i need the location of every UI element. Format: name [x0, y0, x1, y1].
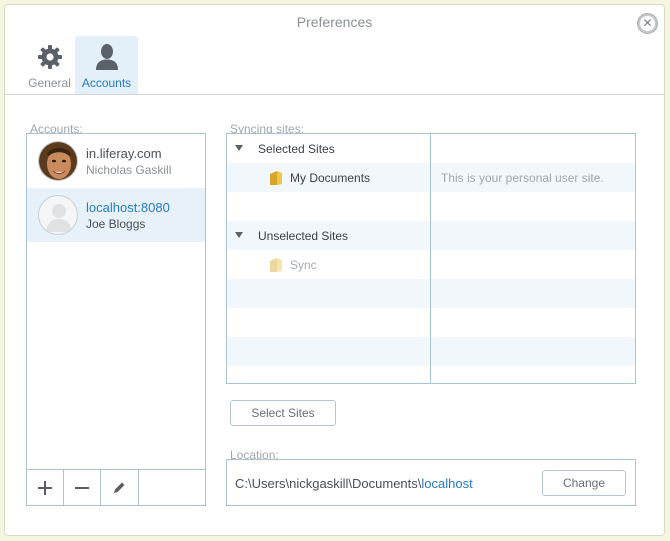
toolbar-divider [5, 94, 664, 95]
account-actions [27, 469, 205, 505]
account-user: Joe Bloggs [86, 216, 146, 231]
expand-triangle-icon[interactable] [235, 232, 243, 238]
avatar [38, 195, 78, 235]
preferences-tabs: General Accounts [24, 36, 138, 94]
change-location-button[interactable]: Change [542, 470, 626, 496]
site-sync: Sync [270, 250, 317, 279]
folder-icon [270, 257, 282, 272]
tab-accounts[interactable]: Accounts [75, 36, 138, 94]
empty-row [227, 192, 635, 221]
expand-triangle-icon[interactable] [235, 145, 243, 151]
gear-icon [37, 42, 63, 72]
account-user: Nicholas Gaskill [86, 162, 172, 177]
syncing-sites-table: Selected Sites My Documents This is your… [226, 133, 636, 384]
pencil-icon [114, 482, 125, 493]
site-row[interactable]: My Documents This is your personal user … [227, 163, 635, 192]
account-host: localhost:8080 [86, 199, 170, 215]
location-field: C:\Users\nickgaskill\Documents\localhost… [226, 459, 636, 506]
unselected-sites-label: Unselected Sites [258, 228, 349, 243]
avatar [38, 141, 78, 181]
remove-account-button[interactable] [64, 470, 101, 505]
close-button[interactable]: ✕ [637, 13, 658, 34]
person-icon [94, 42, 120, 72]
location-path[interactable]: C:\Users\nickgaskill\Documents\localhost [235, 476, 473, 491]
empty-row [227, 366, 635, 383]
empty-row [227, 308, 635, 337]
accounts-list: in.liferay.com Nicholas Gaskill localhos… [26, 133, 206, 506]
account-item[interactable]: localhost:8080 Joe Bloggs [27, 188, 205, 242]
folder-icon [270, 170, 282, 185]
close-icon: ✕ [640, 16, 655, 31]
group-row-unselected[interactable]: Unselected Sites [227, 221, 635, 250]
empty-row [227, 337, 635, 366]
plus-icon [38, 480, 52, 495]
select-sites-button[interactable]: Select Sites [230, 400, 336, 426]
tab-general-label: General [28, 76, 71, 90]
add-account-button[interactable] [27, 470, 64, 505]
edit-account-button[interactable] [101, 470, 139, 505]
minus-icon [75, 486, 89, 489]
group-row-selected[interactable]: Selected Sites [227, 134, 635, 163]
tab-accounts-label: Accounts [81, 76, 132, 90]
column-divider [430, 134, 431, 383]
selected-sites-label: Selected Sites [258, 141, 335, 156]
empty-row [227, 279, 635, 308]
location-path-highlight: localhost [421, 476, 473, 491]
account-item[interactable]: in.liferay.com Nicholas Gaskill [27, 134, 205, 188]
account-host: in.liferay.com [86, 145, 162, 161]
tab-general[interactable]: General [24, 36, 75, 94]
site-description: This is your personal user site. [441, 170, 604, 185]
window-title: Preferences [296, 14, 373, 30]
site-my-documents: My Documents [270, 163, 370, 192]
site-row[interactable]: Sync [227, 250, 635, 279]
